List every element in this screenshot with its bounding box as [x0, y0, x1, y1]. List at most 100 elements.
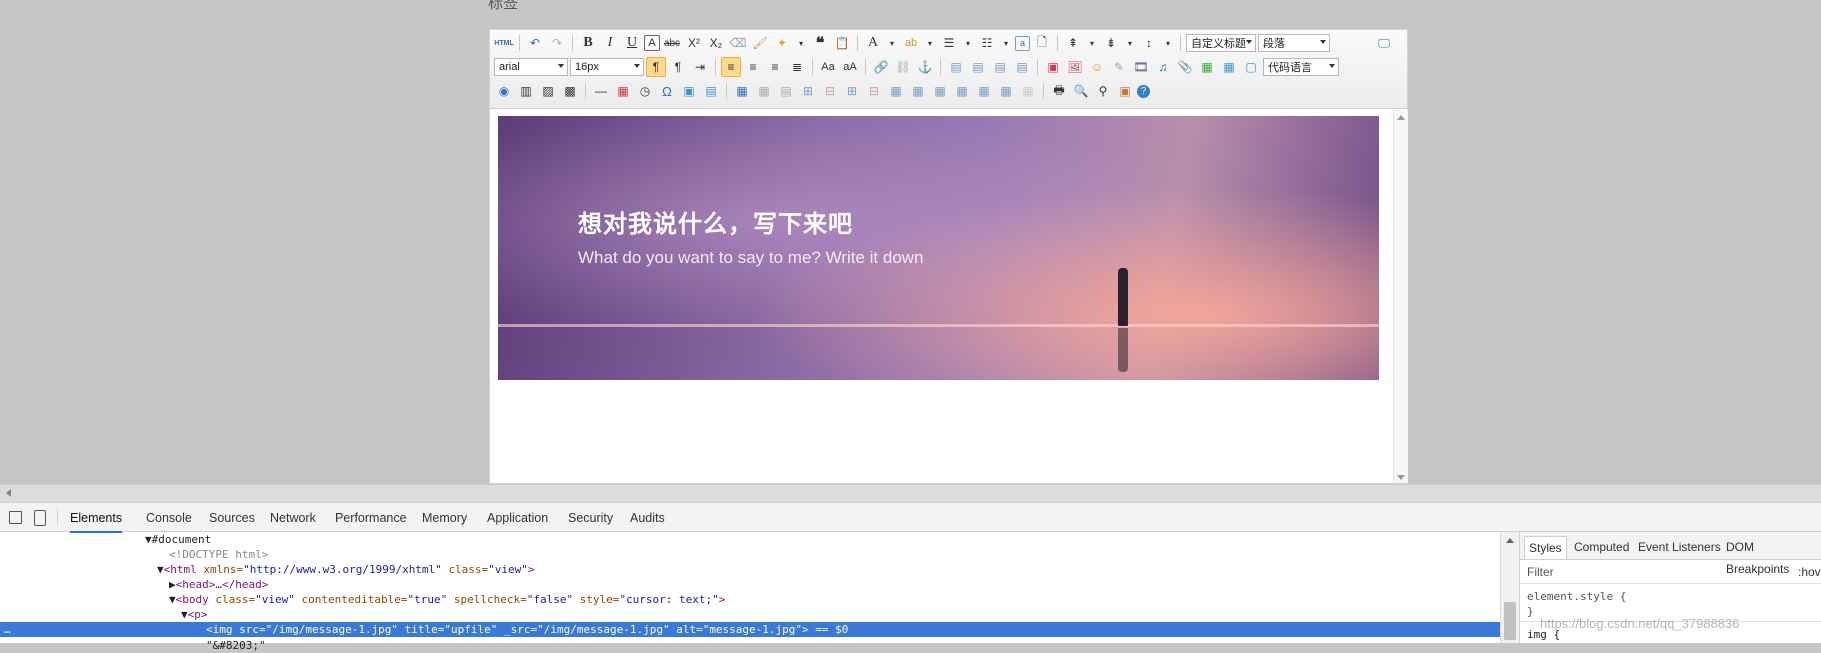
- wordimage-icon[interactable]: ▣: [679, 81, 699, 101]
- clear-doc-icon[interactable]: 🗋: [1032, 33, 1052, 53]
- ordered-list-icon[interactable]: ☰: [939, 33, 959, 53]
- tab-dom-breakpoints[interactable]: DOM Breakpoints: [1722, 536, 1821, 576]
- dom-node-img-selected[interactable]: … <img src="/img/message-1.jpg" title="u…: [0, 622, 1500, 637]
- tab-event-listeners[interactable]: Event Listeners: [1634, 536, 1725, 558]
- undo-icon[interactable]: ↶: [525, 33, 545, 53]
- font-size-select[interactable]: 16px: [570, 58, 644, 76]
- ltr-direction-icon[interactable]: ¶: [646, 57, 666, 77]
- dom-node-body[interactable]: ▼<body class="view" contenteditable="tru…: [169, 592, 725, 607]
- editor-vertical-scrollbar[interactable]: [1393, 110, 1408, 483]
- time-icon[interactable]: ◷: [635, 81, 655, 101]
- paragraph-format-select[interactable]: 段落: [1258, 34, 1330, 52]
- chevron-down-icon[interactable]: ▾: [961, 33, 975, 53]
- font-family-select[interactable]: arial: [494, 58, 568, 76]
- tab-application[interactable]: Application: [487, 503, 548, 531]
- split-cells-icon[interactable]: ▦: [952, 81, 972, 101]
- chevron-down-icon[interactable]: ▾: [923, 33, 937, 53]
- search-replace-icon[interactable]: ▤: [701, 81, 721, 101]
- table-props-icon[interactable]: ▦: [1018, 81, 1038, 101]
- tab-audits[interactable]: Audits: [630, 503, 665, 531]
- line-height-icon[interactable]: ↕: [1139, 33, 1159, 53]
- hov-toggle[interactable]: :hov: [1798, 565, 1821, 579]
- tab-performance[interactable]: Performance: [335, 503, 407, 531]
- element-style-rule[interactable]: element.style {: [1527, 590, 1626, 603]
- dom-node-document[interactable]: ▼#document: [145, 532, 211, 547]
- draft-icon[interactable]: ▣: [1115, 81, 1135, 101]
- dom-node-html[interactable]: ▼<html xmlns="http://www.w3.org/1999/xht…: [157, 562, 535, 577]
- bold-icon[interactable]: B: [578, 33, 598, 53]
- scroll-down-icon[interactable]: [1397, 475, 1405, 480]
- preview-icon[interactable]: 🔍: [1071, 81, 1091, 101]
- delete-table-icon[interactable]: ▦: [754, 81, 774, 101]
- anchor-icon[interactable]: ⚓: [915, 57, 935, 77]
- image-center-icon[interactable]: ▤: [1012, 57, 1032, 77]
- merge-cells-icon[interactable]: ▦: [886, 81, 906, 101]
- map-icon[interactable]: ▦: [1197, 57, 1217, 77]
- eraser-icon[interactable]: ⌫: [728, 33, 748, 53]
- image-none-icon[interactable]: ▤: [946, 57, 966, 77]
- auto-format-icon[interactable]: ✦: [772, 33, 792, 53]
- simple-upload-icon[interactable]: ▣: [1043, 57, 1063, 77]
- google-map-icon[interactable]: ▦: [1219, 57, 1239, 77]
- image-left-icon[interactable]: ▤: [968, 57, 988, 77]
- special-chars-icon[interactable]: Ω: [657, 81, 677, 101]
- align-justify-icon[interactable]: ≣: [787, 57, 807, 77]
- tab-console[interactable]: Console: [146, 503, 192, 531]
- delete-col-icon[interactable]: ⊟: [864, 81, 884, 101]
- align-left-icon[interactable]: ≡: [721, 57, 741, 77]
- italic-icon[interactable]: I: [600, 33, 620, 53]
- split-cols-icon[interactable]: ▦: [996, 81, 1016, 101]
- split-rows-icon[interactable]: ▦: [974, 81, 994, 101]
- insert-image-icon[interactable]: 🖼: [1065, 57, 1085, 77]
- insert-video-icon[interactable]: 🎞: [1131, 57, 1151, 77]
- ellipsis-icon[interactable]: …: [4, 622, 11, 637]
- music-icon[interactable]: ♫: [1153, 57, 1173, 77]
- merge-right-icon[interactable]: ▦: [908, 81, 928, 101]
- insert-code-icon[interactable]: ▩: [560, 81, 580, 101]
- select-all-icon[interactable]: a: [1015, 35, 1030, 51]
- emotion-icon[interactable]: ☺: [1087, 57, 1107, 77]
- page-break-icon[interactable]: ◉: [494, 81, 514, 101]
- inspect-element-icon[interactable]: [9, 511, 22, 524]
- redo-icon[interactable]: ↷: [547, 33, 567, 53]
- insert-table-icon[interactable]: ▦: [732, 81, 752, 101]
- dom-node-p[interactable]: ▼<p>: [181, 607, 208, 622]
- editor-content-area[interactable]: 想对我说什么，写下来吧 What do you want to say to m…: [490, 110, 1393, 483]
- image-right-icon[interactable]: ▤: [990, 57, 1010, 77]
- unordered-list-icon[interactable]: ☷: [977, 33, 997, 53]
- to-lowercase-icon[interactable]: aA: [840, 57, 860, 77]
- blockquote-icon[interactable]: ❝: [810, 33, 830, 53]
- chevron-down-icon[interactable]: ▾: [885, 33, 899, 53]
- tab-styles[interactable]: Styles: [1524, 536, 1567, 559]
- delete-row-icon[interactable]: ⊟: [820, 81, 840, 101]
- dom-node-text[interactable]: "&#8203;": [206, 638, 266, 653]
- row-spacing-top-icon[interactable]: ⇞: [1063, 33, 1083, 53]
- unlink-icon[interactable]: ⛓: [893, 57, 913, 77]
- styles-filter-input[interactable]: Filter: [1527, 565, 1554, 579]
- page-horizontal-scrollbar[interactable]: [0, 484, 1821, 503]
- scroll-up-icon[interactable]: [1506, 538, 1514, 543]
- custom-heading-select[interactable]: 自定义标题: [1186, 34, 1256, 52]
- tab-computed[interactable]: Computed: [1570, 536, 1633, 558]
- insert-frame-icon[interactable]: ▢: [1241, 57, 1261, 77]
- tab-sources[interactable]: Sources: [209, 503, 255, 531]
- dom-tree[interactable]: ▼#document <!DOCTYPE html> ▼<html xmlns=…: [0, 532, 1500, 652]
- html-source-icon[interactable]: HTML: [494, 33, 514, 53]
- scrawl-icon[interactable]: ✎: [1109, 57, 1129, 77]
- link-icon[interactable]: 🔗: [871, 57, 891, 77]
- chevron-down-icon[interactable]: ▾: [794, 33, 808, 53]
- chevron-down-icon[interactable]: ▾: [1085, 33, 1099, 53]
- underline-icon[interactable]: U: [622, 33, 642, 53]
- subscript-icon[interactable]: X₂: [706, 33, 726, 53]
- dom-node-head[interactable]: ▶<head>…</head>: [169, 577, 268, 592]
- template-icon[interactable]: ▥: [516, 81, 536, 101]
- highlight-color-icon[interactable]: ab: [901, 33, 921, 53]
- fullscreen-icon[interactable]: 🖵: [1374, 33, 1394, 53]
- font-color-icon[interactable]: A: [863, 33, 883, 53]
- chevron-down-icon[interactable]: ▾: [1123, 33, 1137, 53]
- dom-node-doctype[interactable]: <!DOCTYPE html>: [169, 547, 268, 562]
- attachment-icon[interactable]: 📎: [1175, 57, 1195, 77]
- message-banner-image[interactable]: 想对我说什么，写下来吧 What do you want to say to m…: [498, 116, 1379, 380]
- insert-paragraph-before-table-icon[interactable]: ▤: [776, 81, 796, 101]
- code-language-select[interactable]: 代码语言: [1263, 58, 1339, 76]
